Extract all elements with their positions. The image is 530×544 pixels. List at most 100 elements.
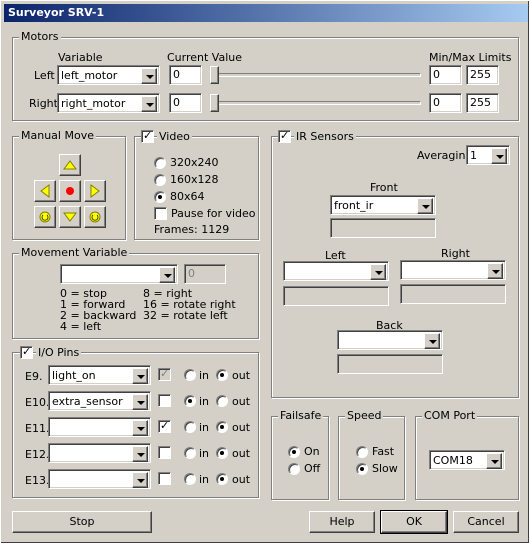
right-motor-slider-thumb[interactable]	[210, 94, 219, 112]
chevron-down-icon[interactable]	[132, 420, 148, 436]
pin-e11-in-radio[interactable]	[184, 421, 196, 433]
move-backward-button[interactable]	[59, 206, 81, 228]
left-motor-slider-track[interactable]	[210, 73, 421, 77]
frames-counter: Frames: 1129	[154, 223, 230, 236]
speed-label: Speed	[345, 409, 384, 422]
failsafe-off-radio[interactable]	[288, 463, 300, 475]
pin-e13-label: E13.	[25, 474, 50, 487]
speed-slow-radio[interactable]	[356, 463, 368, 475]
move-forward-button[interactable]	[59, 154, 81, 176]
pin-e11-label: E11.	[25, 422, 50, 435]
title-bar: Surveyor SRV-1	[4, 4, 528, 22]
speed-fast-radio[interactable]	[356, 446, 368, 458]
left-motor-label: Left	[34, 69, 55, 82]
pin-e13-checkbox[interactable]	[158, 472, 171, 485]
movement-variable-select[interactable]	[60, 264, 178, 284]
left-motor-slider-thumb[interactable]	[210, 66, 219, 84]
left-motor-min-field[interactable]: 0	[429, 65, 462, 85]
cancel-button[interactable]: Cancel	[453, 511, 519, 533]
ir-sensors-checkbox[interactable]: ✓	[278, 129, 291, 143]
rotate-left-icon	[39, 211, 51, 223]
pin-e13-in-label: in	[199, 473, 210, 486]
move-right-button[interactable]	[84, 180, 106, 202]
rotate-left-button[interactable]	[34, 206, 56, 228]
pin-e9-out-radio[interactable]	[216, 369, 228, 381]
chevron-down-icon[interactable]	[132, 472, 148, 488]
help-button[interactable]: Help	[309, 511, 375, 533]
ir-sensors-label: IR Sensors	[294, 130, 356, 143]
pin-e10-checkbox[interactable]	[158, 394, 171, 407]
stop-button[interactable]: Stop	[12, 511, 152, 533]
pin-e9-in-radio[interactable]	[184, 369, 196, 381]
video-320x240-radio[interactable]	[154, 157, 166, 169]
pin-e9-in-label: in	[199, 369, 210, 382]
pin-e12-out-radio[interactable]	[216, 447, 228, 459]
pin-e13-variable-select[interactable]	[48, 469, 151, 489]
video-320x240-label: 320x240	[170, 156, 219, 169]
chevron-down-icon[interactable]	[487, 263, 503, 279]
window-title: Surveyor SRV-1	[8, 6, 105, 19]
pin-e10-variable-select[interactable]: extra_sensor	[48, 391, 151, 411]
ir-left-select[interactable]	[283, 261, 389, 281]
video-checkbox[interactable]: ✓	[141, 129, 154, 143]
chevron-down-icon[interactable]	[132, 394, 148, 410]
right-motor-min-field[interactable]: 0	[429, 93, 462, 113]
chevron-down-icon[interactable]	[141, 96, 157, 112]
right-motor-variable-select[interactable]: right_motor	[57, 93, 160, 113]
pin-e13-out-radio[interactable]	[216, 473, 228, 485]
current-value-column-header: Current Value	[167, 51, 243, 64]
ir-front-select[interactable]: front_ir	[330, 195, 436, 215]
averaging-select[interactable]: 1	[466, 145, 510, 165]
failsafe-on-label: On	[304, 445, 320, 458]
pin-e11-in-label: in	[199, 421, 210, 434]
ok-button[interactable]: OK	[380, 510, 448, 534]
video-80x64-radio[interactable]	[154, 191, 166, 203]
ir-right-value-field	[400, 284, 506, 304]
arrow-left-icon	[40, 184, 50, 198]
ir-right-select[interactable]	[400, 260, 506, 280]
video-160x128-radio[interactable]	[154, 174, 166, 186]
pin-e11-variable-select[interactable]	[48, 417, 151, 437]
left-motor-variable-select[interactable]: left_motor	[57, 65, 160, 85]
pin-e12-checkbox[interactable]	[158, 446, 171, 459]
pin-e11-checkbox[interactable]: ✓	[158, 419, 171, 433]
left-motor-max-field[interactable]: 255	[466, 65, 499, 85]
pause-video-checkbox[interactable]	[154, 207, 167, 220]
chevron-down-icon[interactable]	[159, 267, 175, 283]
pin-e10-in-radio[interactable]	[184, 395, 196, 407]
movement-legend-rotate-left: 32 = rotate left	[143, 309, 228, 322]
pin-e13-in-radio[interactable]	[184, 473, 196, 485]
failsafe-on-radio[interactable]	[288, 446, 300, 458]
video-160x128-label: 160x128	[170, 173, 219, 186]
failsafe-label: Failsafe	[278, 409, 324, 422]
chevron-down-icon[interactable]	[370, 264, 386, 280]
right-motor-slider-track[interactable]	[210, 101, 421, 105]
chevron-down-icon[interactable]	[424, 333, 440, 349]
movement-legend-left: 4 = left	[60, 320, 102, 333]
chevron-down-icon[interactable]	[486, 453, 502, 469]
pin-e12-variable-select[interactable]	[48, 443, 151, 463]
pin-e10-out-radio[interactable]	[216, 395, 228, 407]
left-motor-value-field[interactable]: 0	[169, 65, 202, 85]
chevron-down-icon[interactable]	[141, 68, 157, 84]
arrow-right-icon	[90, 184, 100, 198]
pin-e11-out-label: out	[232, 421, 251, 434]
chevron-down-icon[interactable]	[491, 148, 507, 164]
pin-e9-variable-select[interactable]: light_on	[48, 365, 151, 385]
right-motor-max-field[interactable]: 255	[466, 93, 499, 113]
pin-e11-out-radio[interactable]	[216, 421, 228, 433]
move-left-button[interactable]	[34, 180, 56, 202]
chevron-down-icon[interactable]	[132, 368, 148, 384]
rotate-right-button[interactable]	[84, 206, 106, 228]
rotate-right-icon	[89, 211, 101, 223]
io-pins-checkbox[interactable]: ✓	[20, 345, 33, 359]
ir-back-value-field	[337, 354, 443, 374]
right-motor-value-field[interactable]: 0	[169, 93, 202, 113]
com-port-select[interactable]: COM18	[429, 450, 505, 470]
ir-back-select[interactable]	[337, 330, 443, 350]
chevron-down-icon[interactable]	[417, 198, 433, 214]
chevron-down-icon[interactable]	[132, 446, 148, 462]
stop-move-button[interactable]	[59, 180, 81, 202]
pin-e12-in-radio[interactable]	[184, 447, 196, 459]
pin-e9-checkbox[interactable]: ✓	[158, 367, 171, 381]
